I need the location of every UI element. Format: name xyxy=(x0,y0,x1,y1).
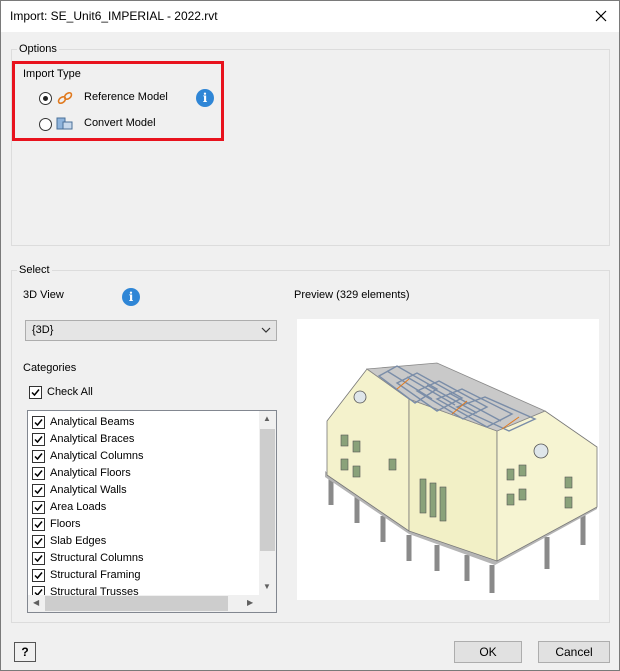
checkmark-icon xyxy=(34,470,43,478)
category-checkbox[interactable] xyxy=(32,467,45,480)
category-checkbox[interactable] xyxy=(32,450,45,463)
category-label[interactable]: Analytical Walls xyxy=(50,484,127,496)
category-label[interactable]: Area Loads xyxy=(50,501,106,513)
category-label[interactable]: Structural Framing xyxy=(50,569,140,581)
category-label[interactable]: Structural Columns xyxy=(50,552,144,564)
checkmark-icon xyxy=(34,453,43,461)
checkmark-icon xyxy=(34,538,43,546)
view-dropdown[interactable]: {3D} xyxy=(25,320,277,341)
category-checkbox[interactable] xyxy=(32,569,45,582)
view-info-icon[interactable]: i xyxy=(122,288,140,306)
import-dialog: Import: SE_Unit6_IMPERIAL - 2022.rvt Opt… xyxy=(0,0,620,671)
category-item[interactable]: Analytical Walls xyxy=(32,482,262,499)
vertical-scrollbar[interactable]: ▲ ▼ xyxy=(259,411,276,597)
category-item[interactable]: Floors xyxy=(32,516,262,533)
checkmark-icon xyxy=(34,487,43,495)
category-checkbox[interactable] xyxy=(32,518,45,531)
check-all-checkbox[interactable] xyxy=(29,386,42,399)
checkmark-icon xyxy=(34,419,43,427)
checkmark-icon xyxy=(34,555,43,563)
checkmark-icon xyxy=(34,504,43,512)
dialog-title: Import: SE_Unit6_IMPERIAL - 2022.rvt xyxy=(10,9,218,23)
category-item[interactable]: Structural Framing xyxy=(32,567,262,584)
category-checkbox[interactable] xyxy=(32,535,45,548)
close-icon xyxy=(595,10,607,22)
vertical-scroll-thumb[interactable] xyxy=(260,429,275,551)
view-label: 3D View xyxy=(23,289,64,301)
scroll-up-icon[interactable]: ▲ xyxy=(263,414,271,423)
category-item[interactable]: Area Loads xyxy=(32,499,262,516)
checkmark-icon xyxy=(34,521,43,529)
convert-model-label[interactable]: Convert Model xyxy=(84,117,156,129)
category-checkbox[interactable] xyxy=(32,484,45,497)
select-group-label: Select xyxy=(17,264,52,276)
import-type-label: Import Type xyxy=(23,68,81,80)
scroll-corner xyxy=(259,595,276,612)
horizontal-scrollbar[interactable]: ◀ ▶ xyxy=(28,595,261,612)
category-label[interactable]: Slab Edges xyxy=(50,535,106,547)
category-item[interactable]: Analytical Columns xyxy=(32,448,262,465)
cancel-button[interactable]: Cancel xyxy=(538,641,610,663)
radio-convert-model[interactable] xyxy=(39,118,52,131)
options-group-label: Options xyxy=(17,43,59,55)
categories-list: Analytical Beams Analytical Braces Analyti… xyxy=(27,410,277,613)
category-label[interactable]: Analytical Braces xyxy=(50,433,134,445)
help-icon: ? xyxy=(21,645,29,659)
checkmark-icon xyxy=(34,436,43,444)
category-item[interactable]: Analytical Beams xyxy=(32,414,262,431)
checkmark-icon xyxy=(34,572,43,580)
category-label[interactable]: Analytical Columns xyxy=(50,450,144,462)
reference-model-label[interactable]: Reference Model xyxy=(84,91,168,103)
ok-label: OK xyxy=(479,645,497,659)
category-item[interactable]: Analytical Braces xyxy=(32,431,262,448)
category-item[interactable]: Analytical Floors xyxy=(32,465,262,482)
scroll-down-icon[interactable]: ▼ xyxy=(263,582,271,591)
model-preview[interactable] xyxy=(297,319,599,600)
category-item[interactable]: Slab Edges xyxy=(32,533,262,550)
scroll-left-icon[interactable]: ◀ xyxy=(33,598,39,607)
close-button[interactable] xyxy=(587,3,615,29)
checkmark-icon xyxy=(31,389,40,397)
ok-button[interactable]: OK xyxy=(454,641,522,663)
title-bar: Import: SE_Unit6_IMPERIAL - 2022.rvt xyxy=(1,1,619,32)
view-dropdown-value: {3D} xyxy=(32,324,54,336)
link-icon xyxy=(57,91,73,105)
radio-reference-model[interactable] xyxy=(39,92,52,105)
info-icon[interactable]: i xyxy=(196,89,214,107)
scroll-right-icon[interactable]: ▶ xyxy=(247,598,253,607)
category-label[interactable]: Floors xyxy=(50,518,81,530)
convert-model-icon xyxy=(56,117,73,130)
category-item[interactable]: Structural Columns xyxy=(32,550,262,567)
cancel-label: Cancel xyxy=(555,645,593,659)
categories-label: Categories xyxy=(23,362,77,374)
building-model-image xyxy=(325,362,598,593)
horizontal-scroll-thumb[interactable] xyxy=(45,596,228,611)
category-label[interactable]: Analytical Beams xyxy=(50,416,134,428)
preview-label: Preview (329 elements) xyxy=(294,289,410,301)
category-checkbox[interactable] xyxy=(32,433,45,446)
check-all-label[interactable]: Check All xyxy=(47,386,93,398)
category-checkbox[interactable] xyxy=(32,552,45,565)
help-button[interactable]: ? xyxy=(14,642,36,662)
category-checkbox[interactable] xyxy=(32,416,45,429)
category-label[interactable]: Analytical Floors xyxy=(50,467,131,479)
chevron-down-icon xyxy=(261,327,271,333)
category-checkbox[interactable] xyxy=(32,501,45,514)
